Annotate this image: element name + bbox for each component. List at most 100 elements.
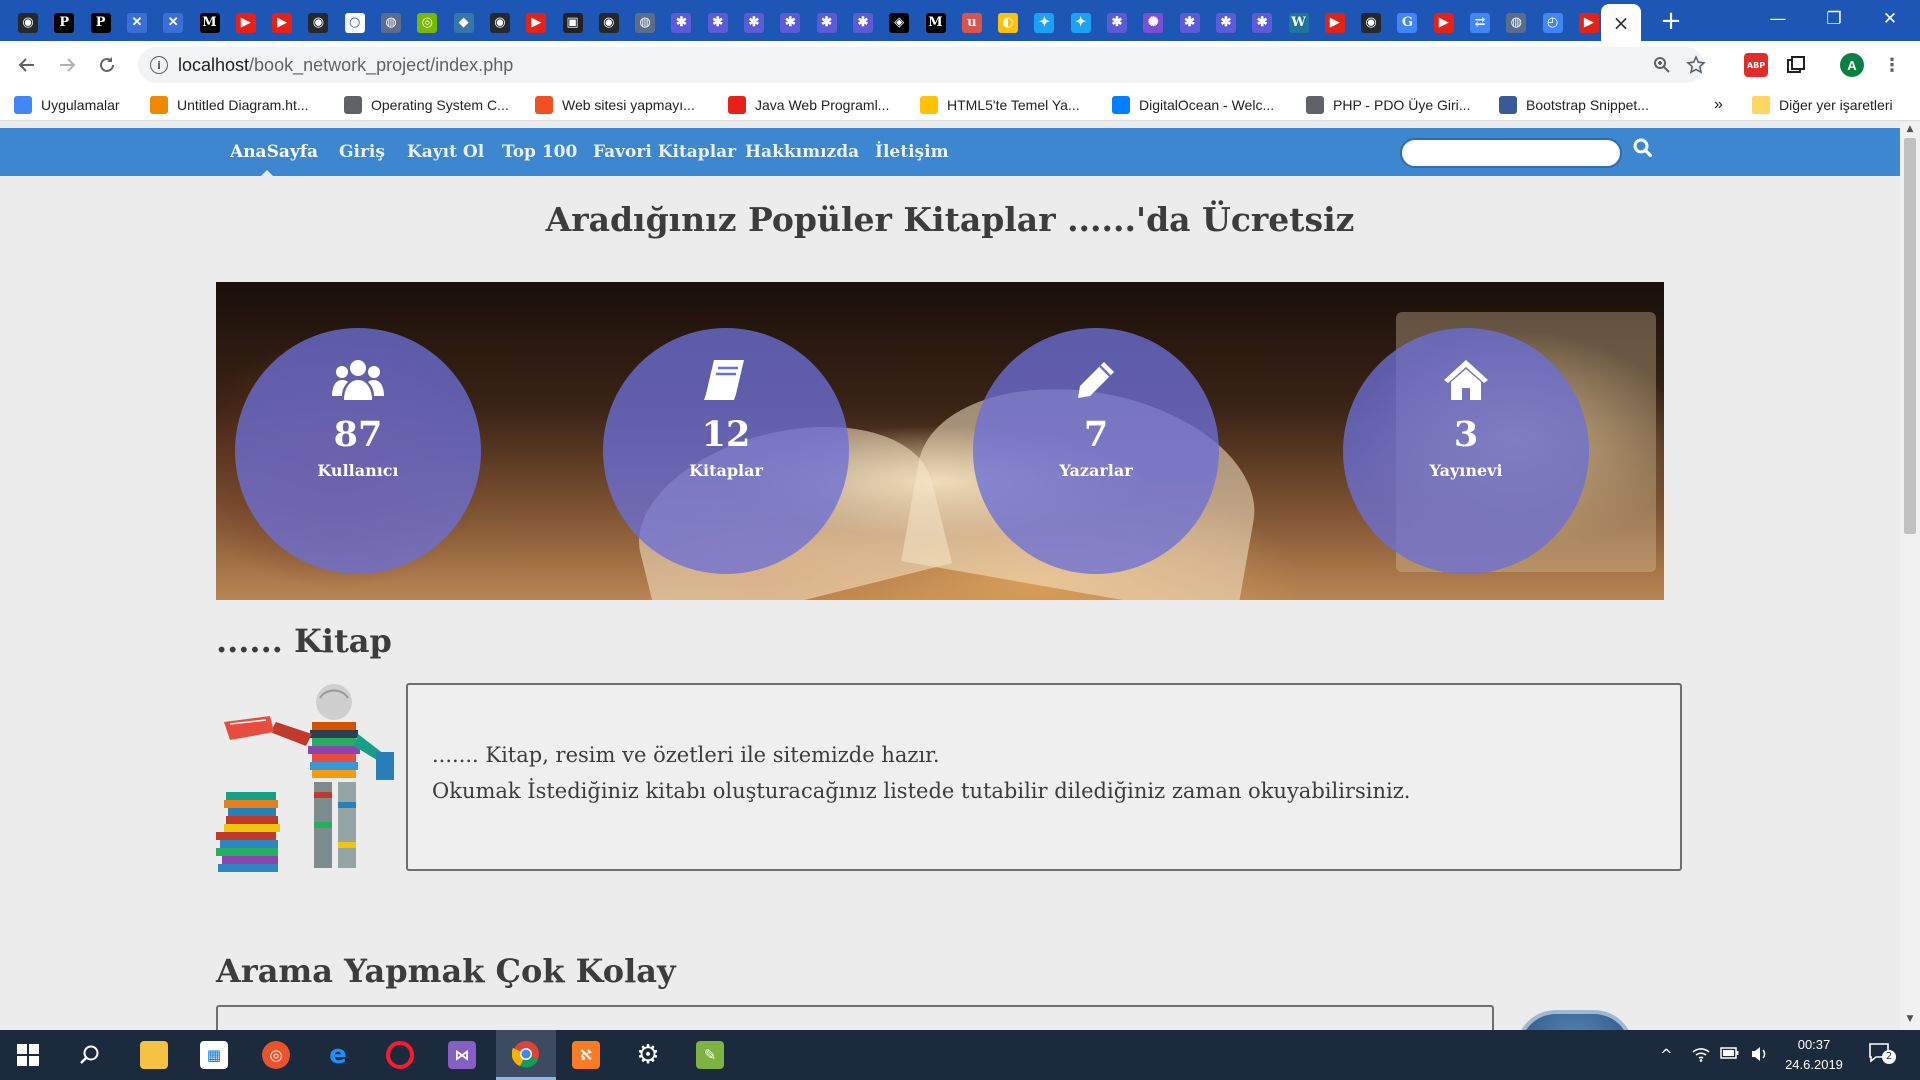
browser-tab[interactable]: P [83,4,119,41]
browser-tab[interactable]: ◴ [1535,4,1571,41]
battery-icon[interactable] [1720,1046,1740,1064]
browser-tab[interactable]: ▶ [1317,4,1353,41]
browser-tab[interactable]: ◉ [482,4,518,41]
browser-tab[interactable]: ✱ [736,4,772,41]
browser-tab[interactable]: G [1389,4,1425,41]
browser-tab[interactable]: ✱ [1172,4,1208,41]
browser-tab[interactable]: ✱ [772,4,808,41]
browser-tab[interactable]: ◉ [1353,4,1389,41]
notification-center-icon[interactable]: 2 [1868,1042,1896,1068]
browser-tab[interactable]: ✱ [663,4,699,41]
browser-tab[interactable]: ▶ [518,4,554,41]
restore-button[interactable]: ❐ [1806,0,1862,38]
bookmark-item[interactable]: Bootstrap Snippet... [1499,95,1649,115]
browser-tab[interactable]: ✦ [1063,4,1099,41]
browser-tab[interactable]: ◈ [881,4,917,41]
browser-tab[interactable]: ▶ [264,4,300,41]
new-tab-button[interactable]: + [1656,6,1686,36]
browser-tab[interactable]: ✱ [845,4,881,41]
browser-tab[interactable]: M [918,4,954,41]
reload-button[interactable] [92,50,122,80]
browser-tab[interactable]: ✱ [1244,4,1280,41]
browser-tab[interactable]: W [1281,4,1317,41]
scroll-up-icon[interactable]: ▲ [1904,124,1916,136]
close-window-button[interactable]: ✕ [1862,0,1918,38]
browser-tab[interactable]: ⇄ [1462,4,1498,41]
taskbar-chrome[interactable] [496,1030,556,1080]
scroll-thumb[interactable] [1904,138,1916,534]
other-bookmarks-folder[interactable]: Diğer yer işaretleri [1752,95,1893,115]
nav-link[interactable]: Giriş [339,142,385,162]
info-icon[interactable]: i [150,56,168,74]
browser-tab[interactable]: ◉ [10,4,46,41]
back-button[interactable] [12,50,42,80]
taskbar-opera[interactable] [374,1030,426,1080]
zoom-icon[interactable] [1650,53,1674,77]
taskbar-settings[interactable]: ⚙ [622,1030,674,1080]
nav-link[interactable]: Top 100 [502,142,577,162]
bookmark-item[interactable]: Java Web Programl... [728,95,889,115]
browser-tab[interactable]: P [46,4,82,41]
wifi-icon[interactable] [1692,1046,1710,1066]
browser-tab[interactable]: ◍ [373,4,409,41]
browser-tab[interactable]: M [192,4,228,41]
bookmark-item[interactable]: HTML5'te Temel Ya... [920,95,1080,115]
taskbar-file-explorer[interactable] [128,1030,180,1080]
taskbar-notepad[interactable]: ✎ [684,1030,736,1080]
forward-button[interactable] [52,50,82,80]
more-bookmarks-button[interactable]: » [1714,95,1723,115]
system-clock[interactable]: 00:37 24.6.2019 [1778,1035,1850,1075]
nav-link[interactable]: Kayıt Ol [407,142,484,162]
search-button[interactable] [1632,137,1658,163]
browser-tab[interactable]: ✺ [1135,4,1171,41]
browser-tab[interactable]: ✕ [119,4,155,41]
browser-tab[interactable]: ○ [337,4,373,41]
browser-tab[interactable]: ✱ [809,4,845,41]
browser-tab[interactable]: ▣ [555,4,591,41]
browser-tab[interactable]: ✱ [1208,4,1244,41]
volume-icon[interactable] [1750,1046,1768,1066]
taskbar-search-button[interactable] [64,1030,116,1080]
bookmark-item[interactable]: Operating System C... [344,95,509,115]
active-tab[interactable]: × [1601,4,1641,41]
nav-link[interactable]: İletişim [875,142,949,162]
extensions-icon[interactable] [1784,53,1808,77]
browser-tab[interactable]: ◍ [1498,4,1534,41]
nav-link[interactable]: Favori Kitaplar [593,142,736,162]
bookmark-item[interactable]: DigitalOcean - Welc... [1112,95,1274,115]
menu-kebab-icon[interactable]: ⋮ [1880,53,1904,77]
taskbar-visual-studio[interactable]: ⋈ [436,1030,488,1080]
browser-tab[interactable]: ▶ [228,4,264,41]
browser-tab[interactable]: ✕ [155,4,191,41]
page-scrollbar[interactable]: ▲ ▼ [1900,122,1920,1030]
taskbar-screenshot-app[interactable]: ◎ [250,1030,302,1080]
browser-tab[interactable]: ◐ [990,4,1026,41]
tray-chevron-up-icon[interactable]: ^ [1660,1046,1673,1064]
scroll-down-icon[interactable]: ▼ [1904,1014,1916,1026]
browser-tab[interactable]: ▶ [1426,4,1462,41]
browser-tab[interactable]: ◆ [446,4,482,41]
bookmark-star-icon[interactable] [1684,53,1708,77]
browser-tab[interactable]: ◍ [627,4,663,41]
browser-tab[interactable]: ◉ [300,4,336,41]
bookmark-item[interactable]: PHP - PDO Üye Giri... [1306,95,1470,115]
bookmark-item[interactable]: Uygulamalar [14,95,120,115]
browser-tab[interactable]: u [954,4,990,41]
nav-link[interactable]: AnaSayfa [230,142,318,162]
start-button[interactable] [2,1030,54,1080]
taskbar-edge[interactable]: e [312,1030,364,1080]
nav-link[interactable]: Hakkımızda [745,142,859,162]
browser-tab[interactable]: ✦ [1026,4,1062,41]
address-bar[interactable]: i localhost/book_network_project/index.p… [138,47,1706,83]
browser-tab[interactable]: ✱ [1099,4,1135,41]
close-tab-icon[interactable]: × [1613,11,1630,35]
profile-avatar[interactable]: A [1840,53,1864,77]
browser-tab[interactable]: ◎ [409,4,445,41]
taskbar-store[interactable]: ▦ [188,1030,240,1080]
bookmark-item[interactable]: Web sitesi yapmayı... [535,95,695,115]
browser-tab[interactable]: ◉ [591,4,627,41]
site-search-input[interactable] [1400,138,1622,168]
browser-tab[interactable]: ✱ [700,4,736,41]
adblock-icon[interactable]: ABP [1744,53,1768,77]
bookmark-item[interactable]: Untitled Diagram.ht... [150,95,309,115]
